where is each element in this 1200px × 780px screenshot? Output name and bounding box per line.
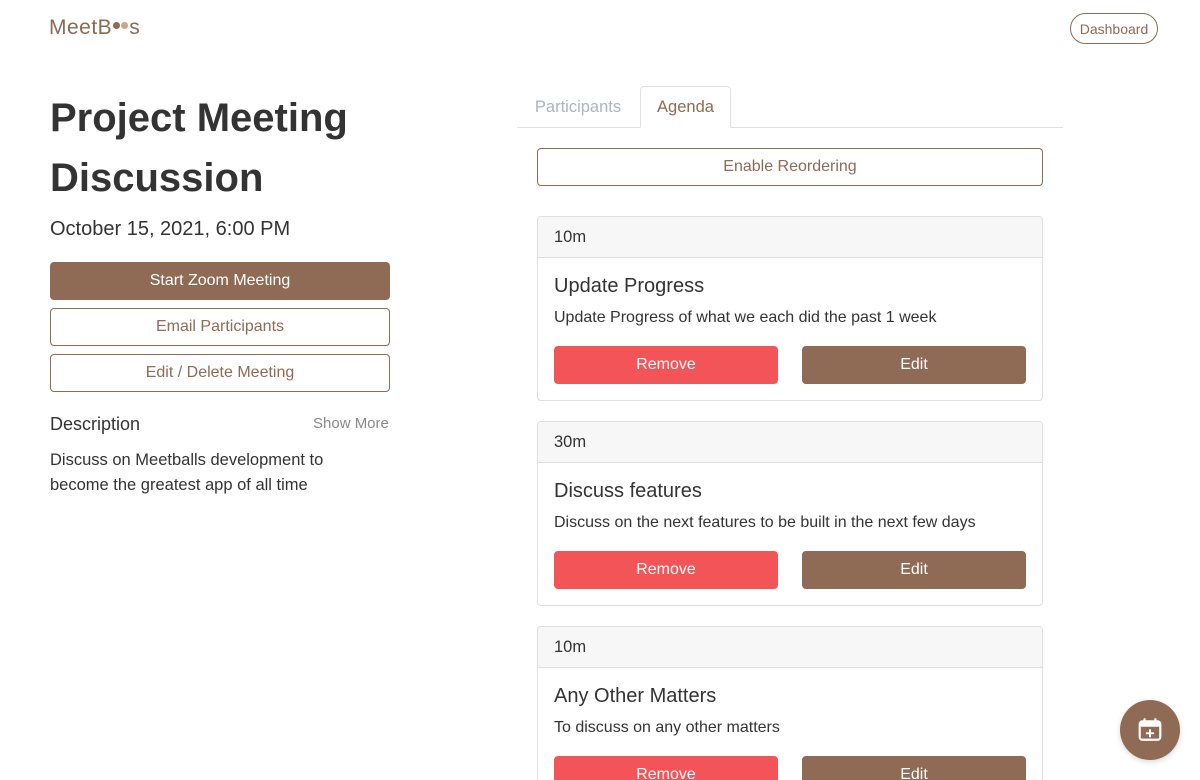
app-logo[interactable]: MeetB s <box>49 14 140 42</box>
agenda-item-duration: 10m <box>538 217 1042 258</box>
calendar-add-icon <box>1138 718 1162 741</box>
tab-agenda[interactable]: Agenda <box>640 86 731 128</box>
agenda-item-description: Update Progress of what we each did the … <box>554 309 937 326</box>
agenda-item-duration: 10m <box>538 627 1042 668</box>
logo-text-prefix: MeetB <box>49 16 113 39</box>
start-zoom-meeting-button[interactable]: Start Zoom Meeting <box>50 262 390 300</box>
edit-agenda-item-button[interactable]: Edit <box>802 551 1026 589</box>
meeting-datetime: October 15, 2021, 6:00 PM <box>50 218 291 240</box>
dashboard-button[interactable]: Dashboard <box>1070 13 1158 44</box>
add-agenda-item-button[interactable] <box>1120 700 1180 760</box>
agenda-item-title: Update Progress <box>554 275 705 297</box>
remove-agenda-item-button[interactable]: Remove <box>554 346 778 384</box>
tab-participants[interactable]: Participants <box>517 86 639 128</box>
agenda-item-description: To discuss on any other matters <box>554 719 780 736</box>
agenda-item-title: Any Other Matters <box>554 685 717 707</box>
email-participants-button[interactable]: Email Participants <box>50 308 390 346</box>
remove-agenda-item-button[interactable]: Remove <box>554 756 778 780</box>
description-text: Discuss on Meetballs development to beco… <box>50 451 324 494</box>
agenda-item-card: 30m Discuss features Discuss on the next… <box>537 421 1043 606</box>
show-more-link[interactable]: Show More <box>313 415 389 432</box>
remove-agenda-item-button[interactable]: Remove <box>554 551 778 589</box>
meatball-logo-icon <box>113 21 129 32</box>
description-label: Description <box>50 414 141 434</box>
agenda-item-title: Discuss features <box>554 480 702 502</box>
agenda-item-card: 10m Update Progress Update Progress of w… <box>537 216 1043 401</box>
edit-agenda-item-button[interactable]: Edit <box>802 756 1026 780</box>
edit-delete-meeting-button[interactable]: Edit / Delete Meeting <box>50 354 390 392</box>
edit-agenda-item-button[interactable]: Edit <box>802 346 1026 384</box>
agenda-item-duration: 30m <box>538 422 1042 463</box>
agenda-item-description: Discuss on the next features to be built… <box>554 514 976 531</box>
logo-text-suffix: s <box>129 16 141 39</box>
meeting-title: Project Meeting Discussion <box>50 96 348 200</box>
agenda-item-card: 10m Any Other Matters To discuss on any … <box>537 626 1043 780</box>
enable-reordering-button[interactable]: Enable Reordering <box>537 148 1043 186</box>
